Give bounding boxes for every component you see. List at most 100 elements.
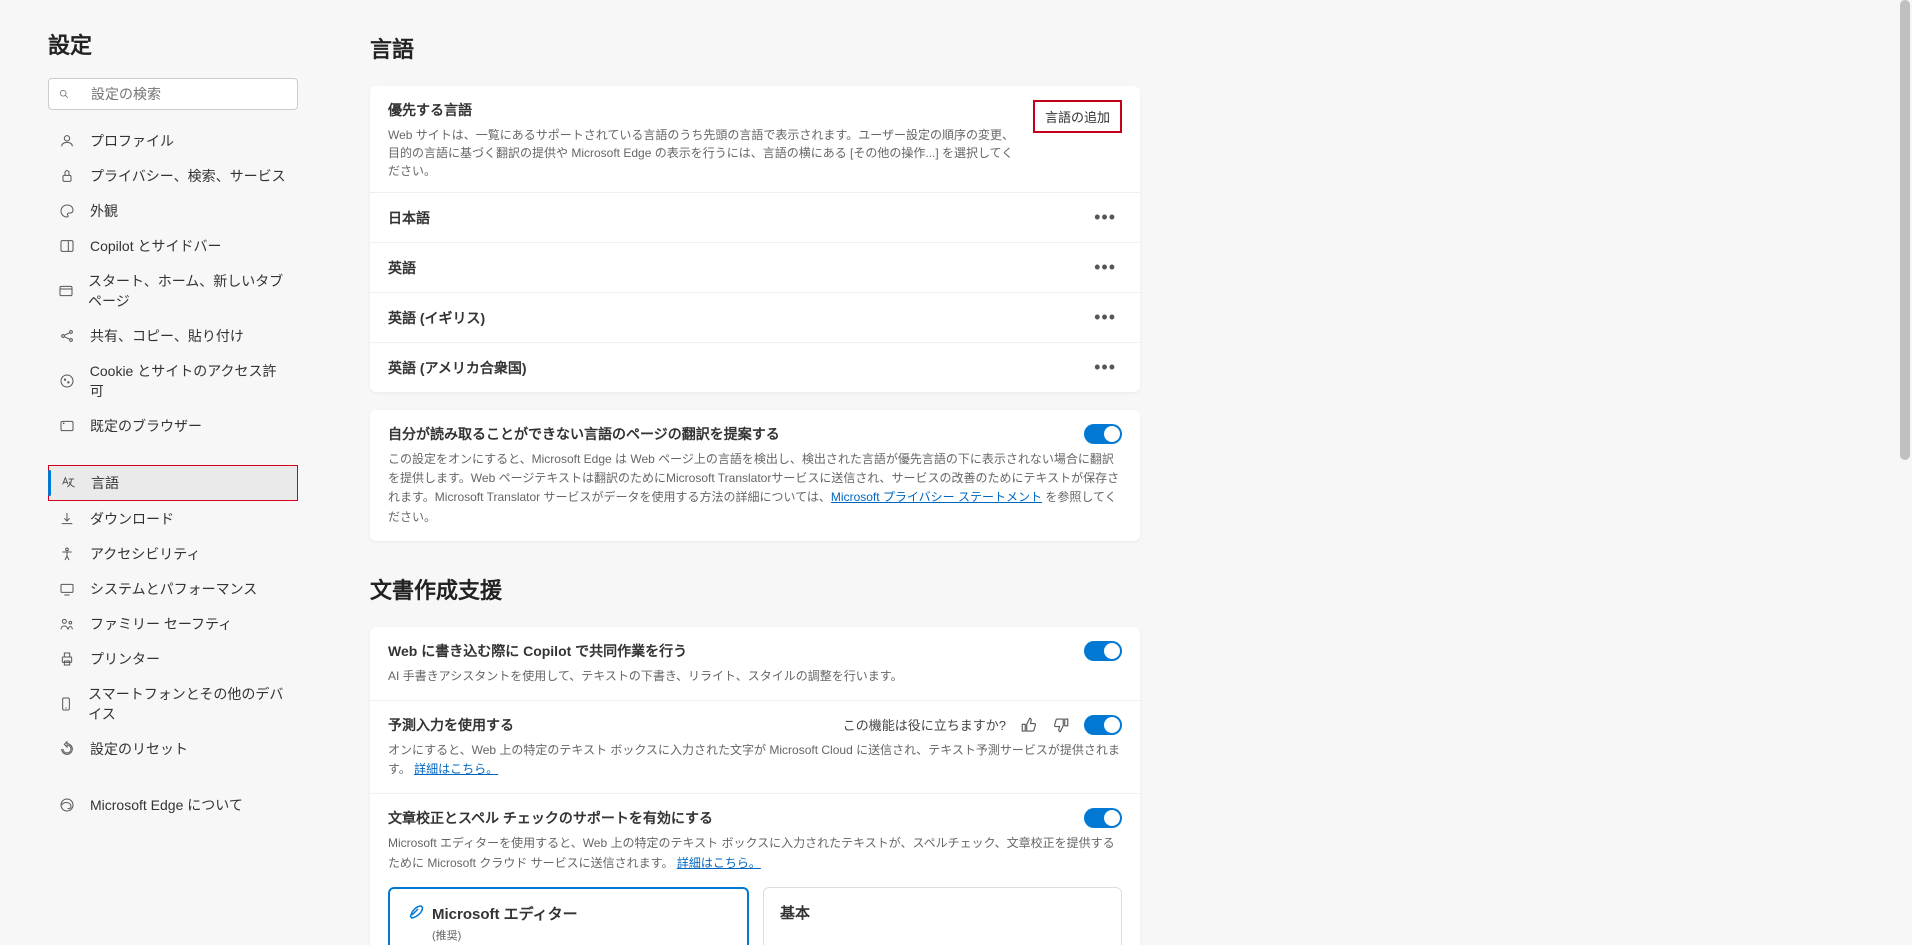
sidebar-item-start[interactable]: スタート、ホーム、新しいタブ ページ xyxy=(48,264,298,318)
sidebar-item-languages[interactable]: 言語 xyxy=(48,465,298,501)
translate-toggle[interactable] xyxy=(1084,424,1122,444)
preferred-languages-desc: Web サイトは、一覧にあるサポートされている言語のうち先頭の言語で表示されます… xyxy=(388,126,1023,180)
download-icon xyxy=(58,510,76,528)
more-options-button[interactable]: ••• xyxy=(1088,255,1122,280)
sidebar-item-label: 外観 xyxy=(90,201,118,221)
proofing-toggle[interactable] xyxy=(1084,808,1122,828)
palette-icon xyxy=(58,202,76,220)
sidebar-item-label: 言語 xyxy=(91,473,119,493)
translate-card: 自分が読み取ることができない言語のページの翻訳を提案する この設定をオンにすると… xyxy=(370,410,1140,541)
window-icon xyxy=(58,282,74,300)
predict-desc: オンにすると、Web 上の特定のテキスト ボックスに入力された文字が Micro… xyxy=(388,741,1122,779)
recommended-badge: (推奨) xyxy=(432,927,731,943)
language-row: 英語 (イギリス) ••• xyxy=(370,293,1140,343)
sidebar-item-appearance[interactable]: 外観 xyxy=(48,194,298,228)
accessibility-icon xyxy=(58,545,76,563)
sidebar-item-copilot[interactable]: Copilot とサイドバー xyxy=(48,229,298,263)
scrollbar[interactable] xyxy=(1900,0,1910,460)
sidebar-item-label: Microsoft Edge について xyxy=(90,795,243,815)
sidebar-item-label: スマートフォンとその他のデバイス xyxy=(88,684,288,724)
family-icon xyxy=(58,615,76,633)
translate-desc: この設定をオンにすると、Microsoft Edge は Web ページ上の言語… xyxy=(388,450,1122,527)
thumbs-down-icon[interactable] xyxy=(1052,716,1070,734)
more-options-button[interactable]: ••• xyxy=(1088,205,1122,230)
system-icon xyxy=(58,580,76,598)
sidebar-item-accessibility[interactable]: アクセシビリティ xyxy=(48,537,298,571)
more-options-button[interactable]: ••• xyxy=(1088,305,1122,330)
search-icon xyxy=(59,85,77,103)
sidebar-item-label: アクセシビリティ xyxy=(90,544,200,564)
proof-learn-more-link[interactable]: 詳細はこちら。 xyxy=(677,856,761,870)
proofing-title: 文章校正とスペル チェックのサポートを有効にする xyxy=(388,808,713,828)
predict-title: 予測入力を使用する xyxy=(388,715,514,735)
sidebar-item-label: Cookie とサイトのアクセス許可 xyxy=(90,361,288,401)
settings-title: 設定 xyxy=(48,28,310,60)
sidebar-icon xyxy=(58,237,76,255)
phone-icon xyxy=(58,695,74,713)
copilot-writing-toggle[interactable] xyxy=(1084,641,1122,661)
sidebar-item-share[interactable]: 共有、コピー、貼り付け xyxy=(48,319,298,353)
languages-section-title: 言語 xyxy=(370,32,1872,64)
sidebar-item-downloads[interactable]: ダウンロード xyxy=(48,502,298,536)
writing-section-title: 文書作成支援 xyxy=(370,573,1872,605)
sidebar-item-family[interactable]: ファミリー セーフティ xyxy=(48,607,298,641)
sidebar-item-printers[interactable]: プリンター xyxy=(48,642,298,676)
editor-option-title: 基本 xyxy=(780,902,810,923)
editor-option-title: Microsoft エディター xyxy=(432,903,578,924)
sidebar-item-default-browser[interactable]: 既定のブラウザー xyxy=(48,409,298,443)
proofing-desc: Microsoft エディターを使用すると、Web 上の特定のテキスト ボックス… xyxy=(388,834,1122,872)
language-row: 英語 (アメリカ合衆国) ••• xyxy=(370,343,1140,392)
sidebar-item-cookies[interactable]: Cookie とサイトのアクセス許可 xyxy=(48,354,298,408)
sidebar-item-label: ファミリー セーフティ xyxy=(90,614,232,634)
sidebar-item-label: プリンター xyxy=(90,649,160,669)
language-name: 英語 xyxy=(388,258,416,278)
copilot-writing-desc: AI 手書きアシスタントを使用して、テキストの下書き、リライト、スタイルの調整を… xyxy=(388,667,1122,686)
preferred-languages-card: 優先する言語 Web サイトは、一覧にあるサポートされている言語のうち先頭の言語… xyxy=(370,86,1140,392)
search-input[interactable] xyxy=(91,86,287,102)
editor-option-basic[interactable]: 基本 xyxy=(763,887,1122,945)
sidebar-item-about[interactable]: Microsoft Edge について xyxy=(48,788,298,822)
profile-icon xyxy=(58,132,76,150)
sidebar-item-label: スタート、ホーム、新しいタブ ページ xyxy=(88,271,288,311)
sidebar-item-label: 共有、コピー、貼り付け xyxy=(90,326,244,346)
feather-icon xyxy=(406,903,424,925)
share-icon xyxy=(58,327,76,345)
add-language-button[interactable]: 言語の追加 xyxy=(1033,100,1122,133)
language-row: 英語 ••• xyxy=(370,243,1140,293)
preferred-languages-title: 優先する言語 xyxy=(388,100,1023,120)
sidebar-item-label: ダウンロード xyxy=(90,509,174,529)
lock-icon xyxy=(58,167,76,185)
feedback-text: この機能は役に立ちますか? xyxy=(843,715,1006,734)
thumbs-up-icon[interactable] xyxy=(1020,716,1038,734)
language-name: 英語 (アメリカ合衆国) xyxy=(388,358,527,378)
sidebar-item-profile[interactable]: プロファイル xyxy=(48,124,298,158)
writing-assist-card: Web に書き込む際に Copilot で共同作業を行う AI 手書きアシスタン… xyxy=(370,627,1140,945)
language-icon xyxy=(59,474,77,492)
sidebar-item-label: Copilot とサイドバー xyxy=(90,236,221,256)
language-name: 英語 (イギリス) xyxy=(388,308,485,328)
copilot-writing-title: Web に書き込む際に Copilot で共同作業を行う xyxy=(388,641,687,661)
language-name: 日本語 xyxy=(388,208,430,228)
sidebar-item-system[interactable]: システムとパフォーマンス xyxy=(48,572,298,606)
edge-icon xyxy=(58,796,76,814)
sidebar-item-label: システムとパフォーマンス xyxy=(90,579,257,599)
printer-icon xyxy=(58,650,76,668)
sidebar-item-label: プライバシー、検索、サービス xyxy=(90,166,286,186)
more-options-button[interactable]: ••• xyxy=(1088,355,1122,380)
sidebar-item-label: 設定のリセット xyxy=(90,739,188,759)
main-content: 言語 優先する言語 Web サイトは、一覧にあるサポートされている言語のうち先頭… xyxy=(330,0,1912,945)
reset-icon xyxy=(58,740,76,758)
translate-title: 自分が読み取ることができない言語のページの翻訳を提案する xyxy=(388,424,780,444)
editor-option-microsoft[interactable]: Microsoft エディター (推奨) xyxy=(388,887,749,945)
predict-toggle[interactable] xyxy=(1084,715,1122,735)
privacy-link[interactable]: Microsoft プライバシー ステートメント xyxy=(831,490,1042,504)
sidebar-item-privacy[interactable]: プライバシー、検索、サービス xyxy=(48,159,298,193)
settings-search[interactable] xyxy=(48,78,298,110)
predict-learn-more-link[interactable]: 詳細はこちら。 xyxy=(414,762,498,776)
sidebar-item-phone[interactable]: スマートフォンとその他のデバイス xyxy=(48,677,298,731)
sidebar-item-label: プロファイル xyxy=(90,131,174,151)
settings-sidebar: 設定 プロファイル プライバシー、検索、サービス 外観 Copilot とサイド… xyxy=(0,0,330,945)
cookie-icon xyxy=(58,372,76,390)
sidebar-item-label: 既定のブラウザー xyxy=(90,416,202,436)
sidebar-item-reset[interactable]: 設定のリセット xyxy=(48,732,298,766)
